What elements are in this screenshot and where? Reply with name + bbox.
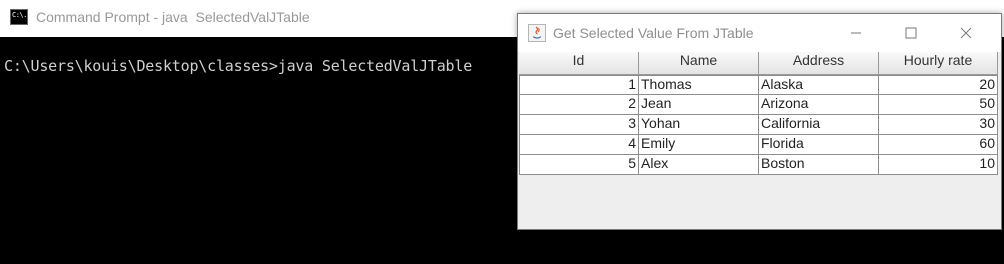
cell-id[interactable]: 3 bbox=[519, 115, 639, 135]
jframe-title: Get Selected Value From JTable bbox=[553, 25, 754, 41]
cell-name[interactable]: Emily bbox=[639, 135, 759, 155]
column-header-hourly-rate[interactable]: Hourly rate bbox=[879, 52, 998, 75]
cell-hourly-rate[interactable]: 50 bbox=[879, 95, 998, 115]
cell-id[interactable]: 1 bbox=[519, 75, 639, 95]
close-button[interactable] bbox=[943, 14, 989, 52]
cell-name[interactable]: Thomas bbox=[639, 75, 759, 95]
java-icon bbox=[528, 24, 546, 42]
cmd-icon: C:\. bbox=[10, 9, 28, 25]
column-header-name[interactable]: Name bbox=[639, 52, 759, 75]
cell-hourly-rate[interactable]: 20 bbox=[879, 75, 998, 95]
maximize-icon bbox=[905, 27, 917, 39]
cell-id[interactable]: 4 bbox=[519, 135, 639, 155]
cmd-prompt-line[interactable]: C:\Users\kouis\Desktop\classes>java Sele… bbox=[4, 57, 472, 75]
jframe-titlebar[interactable]: Get Selected Value From JTable bbox=[518, 14, 1001, 52]
cell-address[interactable]: Florida bbox=[759, 135, 879, 155]
minimize-icon bbox=[851, 32, 861, 34]
table-row[interactable]: 1 Thomas Alaska 20 bbox=[519, 75, 998, 95]
cell-address[interactable]: Alaska bbox=[759, 75, 879, 95]
table-row[interactable]: 3 Yohan California 30 bbox=[519, 115, 998, 135]
column-header-id[interactable]: Id bbox=[519, 52, 639, 75]
cell-name[interactable]: Jean bbox=[639, 95, 759, 115]
close-icon bbox=[960, 27, 972, 39]
cmd-icon-glyph: C:\. bbox=[12, 11, 27, 19]
cell-name[interactable]: Yohan bbox=[639, 115, 759, 135]
jtable-window: Get Selected Value From JTable Id Name A… bbox=[517, 13, 1002, 230]
cell-address[interactable]: Boston bbox=[759, 155, 879, 175]
cmd-window-title: Command Prompt - java SelectedValJTable bbox=[36, 9, 310, 25]
cell-hourly-rate[interactable]: 10 bbox=[879, 155, 998, 175]
maximize-button[interactable] bbox=[888, 14, 934, 52]
table-row[interactable]: 2 Jean Arizona 50 bbox=[519, 95, 998, 115]
data-table[interactable]: Id Name Address Hourly rate 1 Thomas Ala… bbox=[519, 52, 998, 175]
table-row[interactable]: 4 Emily Florida 60 bbox=[519, 135, 998, 155]
cell-hourly-rate[interactable]: 30 bbox=[879, 115, 998, 135]
cell-address[interactable]: California bbox=[759, 115, 879, 135]
table-header: Id Name Address Hourly rate bbox=[519, 52, 998, 75]
cell-id[interactable]: 2 bbox=[519, 95, 639, 115]
cell-name[interactable]: Alex bbox=[639, 155, 759, 175]
column-header-address[interactable]: Address bbox=[759, 52, 879, 75]
table-body: 1 Thomas Alaska 20 2 Jean Arizona 50 3 Y… bbox=[519, 75, 998, 175]
cell-hourly-rate[interactable]: 60 bbox=[879, 135, 998, 155]
cell-id[interactable]: 5 bbox=[519, 155, 639, 175]
minimize-button[interactable] bbox=[833, 14, 879, 52]
table-row[interactable]: 5 Alex Boston 10 bbox=[519, 155, 998, 175]
cell-address[interactable]: Arizona bbox=[759, 95, 879, 115]
